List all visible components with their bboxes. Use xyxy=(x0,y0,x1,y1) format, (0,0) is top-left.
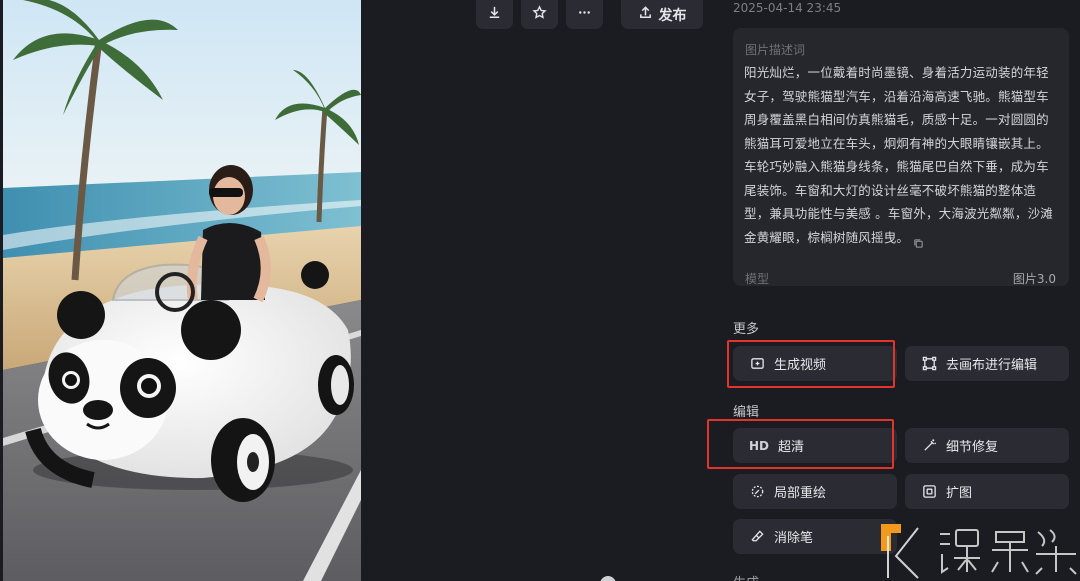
prompt-text-block: 阳光灿烂，一位戴着时尚墨镜、身着活力运动装的年轻女子，驾驶熊猫型汽车，沿着沿海高… xyxy=(744,61,1058,249)
generate-video-button[interactable]: 生成视频 xyxy=(733,346,897,381)
brush-icon xyxy=(749,484,765,500)
model-value: 图片3.0 xyxy=(1012,272,1056,286)
inpaint-label: 局部重绘 xyxy=(774,486,827,501)
upload-icon xyxy=(638,5,653,24)
watermark-logo xyxy=(878,520,1080,581)
prompt-text: 阳光灿烂，一位戴着时尚墨镜、身着活力运动装的年轻女子，驾驶熊猫型汽车，沿着沿海高… xyxy=(744,65,1053,245)
canvas-edit-label: 去画布进行编辑 xyxy=(946,358,1038,373)
expand-icon xyxy=(921,484,937,500)
download-button[interactable] xyxy=(476,0,513,29)
more-icon xyxy=(577,5,592,24)
generated-image[interactable] xyxy=(3,0,361,581)
inpaint-button[interactable]: 局部重绘 xyxy=(733,474,897,509)
model-label: 模型 xyxy=(745,272,770,286)
more-button[interactable] xyxy=(566,0,603,29)
creation-timestamp: 2025-04-14 23:45 xyxy=(733,1,842,15)
publish-label: 发布 xyxy=(658,7,687,24)
detail-repair-button[interactable]: 细节修复 xyxy=(905,428,1069,463)
publish-button[interactable]: 发布 xyxy=(621,0,703,29)
prompt-card: 图片描述词 阳光灿烂，一位戴着时尚墨镜、身着活力运动装的年轻女子，驾驶熊猫型汽车… xyxy=(733,28,1069,286)
eraser-label: 消除笔 xyxy=(774,531,814,546)
section-generate-label: 生成 xyxy=(733,572,759,581)
canvas-icon xyxy=(921,356,937,372)
prompt-title: 图片描述词 xyxy=(745,43,806,57)
generate-video-label: 生成视频 xyxy=(774,358,827,373)
canvas-edit-button[interactable]: 去画布进行编辑 xyxy=(905,346,1069,381)
image-surround xyxy=(361,0,731,581)
outpaint-button[interactable]: 扩图 xyxy=(905,474,1069,509)
section-edit-label: 编辑 xyxy=(733,405,760,420)
upscale-label: 超清 xyxy=(778,440,805,455)
download-icon xyxy=(487,5,502,24)
star-icon xyxy=(532,5,547,24)
eraser-icon xyxy=(749,529,765,545)
outpaint-label: 扩图 xyxy=(946,486,973,501)
copy-icon[interactable] xyxy=(913,233,924,248)
video-add-icon xyxy=(749,356,765,372)
hd-badge: HD xyxy=(749,438,770,453)
panda-car-image xyxy=(3,0,361,581)
magic-wand-icon xyxy=(921,438,937,454)
favorite-button[interactable] xyxy=(521,0,558,29)
upscale-button[interactable]: HD 超清 xyxy=(733,428,897,463)
detail-repair-label: 细节修复 xyxy=(946,440,999,455)
section-more-label: 更多 xyxy=(733,322,760,337)
eraser-button[interactable]: 消除笔 xyxy=(733,519,897,554)
